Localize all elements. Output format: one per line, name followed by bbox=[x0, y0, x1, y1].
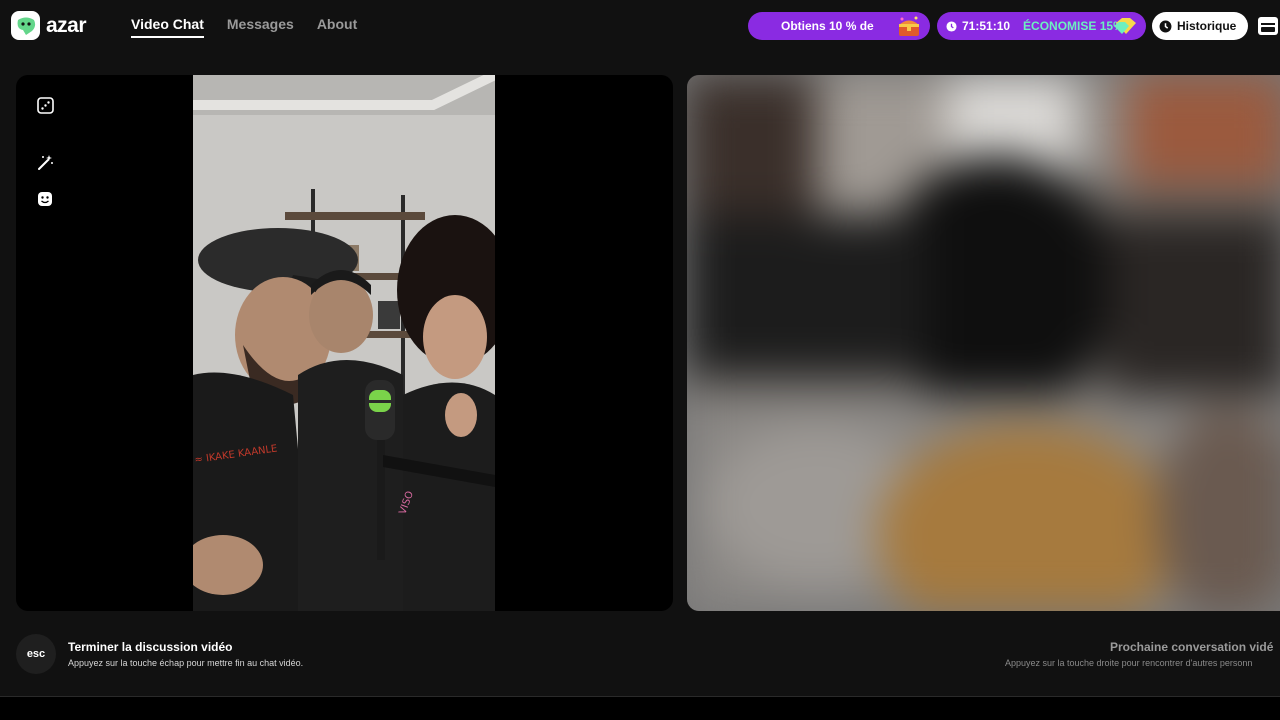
end-chat-title: Terminer la discussion vidéo bbox=[68, 640, 233, 654]
discount-timer-button[interactable]: 71:51:10 ÉCONOMISE 15% bbox=[937, 12, 1146, 40]
magic-wand-icon bbox=[37, 154, 53, 170]
countdown-time: 71:51:10 bbox=[962, 19, 1011, 33]
clock-icon bbox=[1159, 20, 1172, 32]
footer bbox=[0, 697, 1280, 720]
azar-logo[interactable]: azar bbox=[11, 11, 87, 40]
main-nav: Video Chat Messages About bbox=[131, 16, 357, 38]
discount-label: ÉCONOMISE 15% bbox=[1023, 19, 1124, 33]
random-filter-button[interactable] bbox=[36, 96, 54, 114]
esc-key-button[interactable]: esc bbox=[16, 634, 56, 674]
partner-video-panel bbox=[687, 75, 1280, 611]
self-camera-feed: ≈ IKAKE KAANLE VISO bbox=[193, 75, 495, 611]
store-icon[interactable] bbox=[1257, 15, 1279, 37]
treasure-chest-icon bbox=[899, 16, 919, 36]
promo-button[interactable]: Obtiens 10 % de bbox=[748, 12, 930, 40]
clock-icon bbox=[946, 20, 957, 32]
camera-scene-image: ≈ IKAKE KAANLE VISO bbox=[193, 75, 495, 611]
azar-logo-icon bbox=[11, 11, 40, 40]
effects-button[interactable] bbox=[36, 153, 54, 171]
history-button[interactable]: Historique bbox=[1152, 12, 1248, 40]
next-chat-title: Prochaine conversation vidé bbox=[1110, 640, 1274, 654]
blurred-partner-feed bbox=[687, 75, 1280, 611]
nav-messages[interactable]: Messages bbox=[227, 16, 294, 38]
gem-icon bbox=[1114, 18, 1136, 34]
nav-about[interactable]: About bbox=[317, 16, 357, 38]
azar-logo-text: azar bbox=[46, 13, 87, 37]
self-video-panel: ≈ IKAKE KAANLE VISO bbox=[16, 75, 673, 611]
promo-label: Obtiens 10 % de bbox=[781, 19, 874, 33]
keyboard-hints: esc Terminer la discussion vidéo Appuyez… bbox=[0, 630, 1280, 696]
dice-icon bbox=[36, 96, 54, 114]
top-bar: azar Video Chat Messages About Obtiens 1… bbox=[0, 0, 1280, 52]
face-icon bbox=[38, 192, 52, 206]
video-tools bbox=[36, 96, 54, 208]
end-chat-subtitle: Appuyez sur la touche échap pour mettre … bbox=[68, 658, 304, 668]
next-chat-subtitle: Appuyez sur la touche droite pour rencon… bbox=[1005, 658, 1253, 668]
face-mask-button[interactable] bbox=[36, 190, 54, 208]
nav-video-chat[interactable]: Video Chat bbox=[131, 16, 204, 38]
history-label: Historique bbox=[1177, 19, 1237, 33]
